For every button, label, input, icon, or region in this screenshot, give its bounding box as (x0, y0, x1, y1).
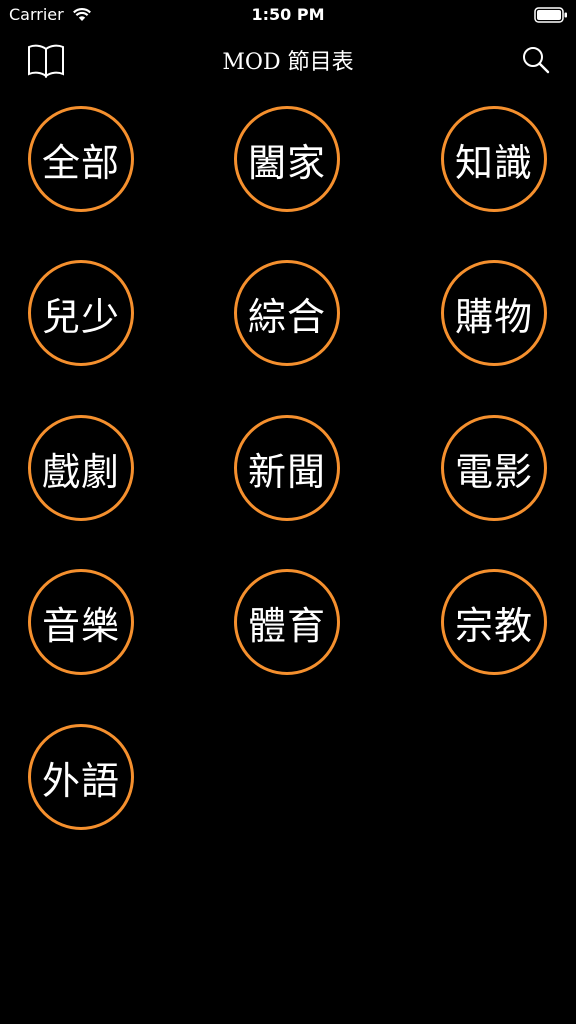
category-button-all[interactable]: 全部 (28, 106, 134, 212)
category-button-news[interactable]: 新聞 (234, 415, 340, 521)
category-button-kids[interactable]: 兒少 (28, 260, 134, 366)
category-button-foreign[interactable]: 外語 (28, 724, 134, 830)
category-button-family[interactable]: 闔家 (234, 106, 340, 212)
category-button-variety[interactable]: 綜合 (234, 260, 340, 366)
category-button-knowledge[interactable]: 知識 (441, 106, 547, 212)
category-button-shopping[interactable]: 購物 (441, 260, 547, 366)
category-button-movies[interactable]: 電影 (441, 415, 547, 521)
category-button-drama[interactable]: 戲劇 (28, 415, 134, 521)
category-button-sports[interactable]: 體育 (234, 569, 340, 675)
category-grid: 全部 闔家 知識 兒少 綜合 購物 戲劇 新聞 電影 音樂 體育 宗教 外語 (0, 0, 576, 1024)
category-button-religion[interactable]: 宗教 (441, 569, 547, 675)
category-button-music[interactable]: 音樂 (28, 569, 134, 675)
